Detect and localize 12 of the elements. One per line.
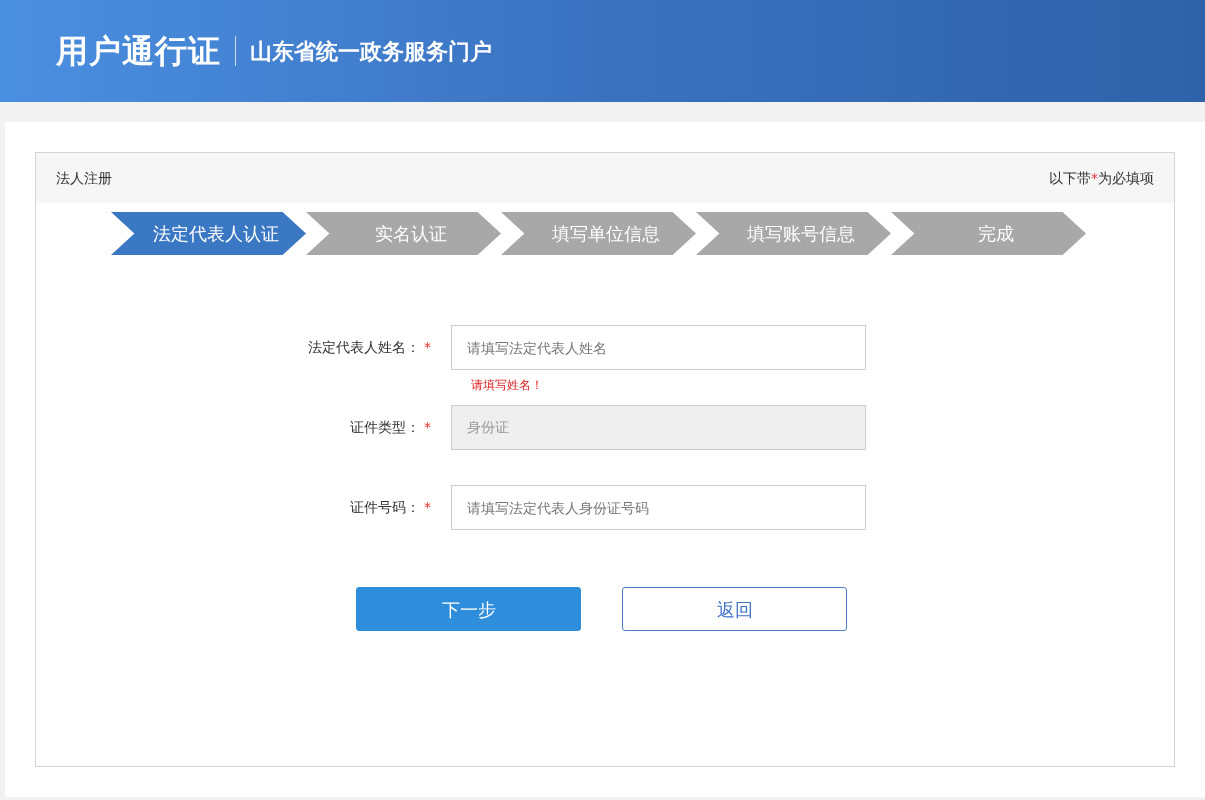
card-title: 法人注册: [56, 168, 112, 188]
next-button[interactable]: 下一步: [356, 587, 581, 631]
field-label: 法定代表人姓名： *: [306, 338, 432, 357]
input-field[interactable]: 请填写法定代表人身份证号码: [451, 485, 866, 530]
portal-title: 用户通行证: [56, 31, 221, 72]
error-message: 请填写姓名！: [471, 378, 543, 392]
field-label: 证件类型： *: [348, 418, 432, 437]
field-label: 证件号码： *: [348, 498, 432, 517]
required-note: 以下带*为必填项: [1049, 168, 1154, 188]
back-button[interactable]: 返回: [622, 587, 847, 631]
portal-subtitle: 山东省统一政务服务门户: [250, 37, 492, 66]
input-field[interactable]: 请填写法定代表人姓名: [451, 325, 866, 370]
